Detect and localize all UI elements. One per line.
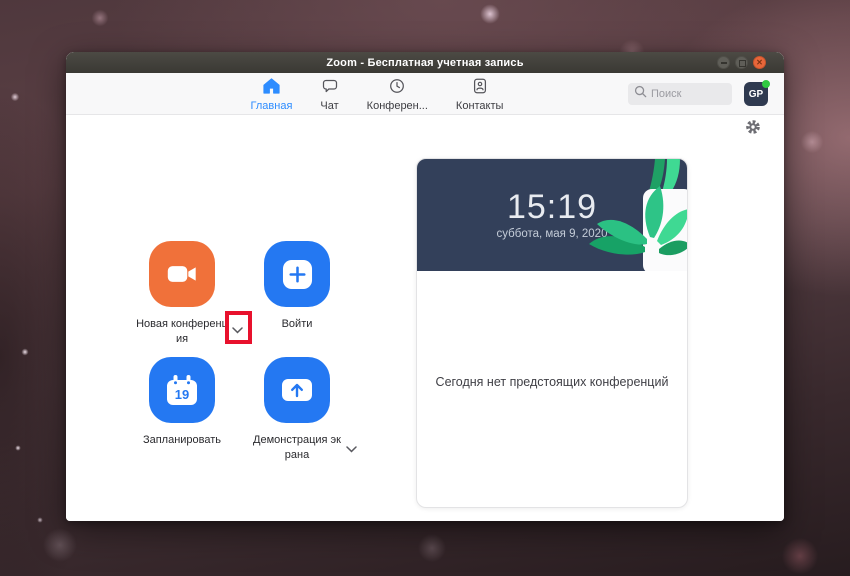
action-new-meeting: Новая конференц ия	[122, 241, 242, 346]
action-join: Войти	[237, 241, 357, 332]
tab-label: Контакты	[455, 99, 504, 112]
meetings-panel: 15:19 суббота, мая 9, 2020 Сегодня нет п…	[416, 158, 688, 508]
nav-tabs: Главная Чат Конферен... Контакты	[249, 76, 506, 112]
join-button[interactable]	[264, 241, 330, 307]
gear-icon	[746, 120, 760, 134]
tab-meetings[interactable]: Конферен...	[365, 76, 430, 112]
plus-icon	[282, 259, 312, 289]
chevron-down-icon	[346, 446, 357, 453]
search-box	[628, 83, 732, 105]
action-label: Новая конференц ия	[136, 318, 228, 345]
tab-label: Чат	[320, 99, 339, 112]
video-camera-icon	[167, 266, 196, 282]
action-schedule: 19 Запланировать	[122, 357, 242, 448]
window-title: Zoom - Бесплатная учетная запись	[326, 56, 524, 69]
schedule-button[interactable]: 19	[149, 357, 215, 423]
calendar-icon: 19	[167, 375, 197, 405]
tab-chat[interactable]: Чат	[318, 76, 340, 112]
search-icon	[634, 85, 647, 103]
action-label: Запланировать	[142, 434, 222, 446]
calendar-day: 19	[175, 387, 189, 402]
app-header: Главная Чат Конферен... Контакты Поиск G…	[66, 73, 784, 115]
action-label: Демонстрация эк рана	[253, 434, 341, 461]
avatar-initials: GP	[748, 88, 764, 100]
chat-bubble-icon	[322, 78, 338, 99]
home-icon	[263, 77, 280, 99]
search-input[interactable]	[651, 88, 727, 100]
zoom-window: Zoom - Бесплатная учетная запись Главная	[66, 52, 784, 521]
tab-label: Конферен...	[366, 99, 428, 112]
meetings-list: Сегодня нет предстоящих конференций	[417, 271, 687, 389]
maximize-icon[interactable]	[735, 56, 748, 69]
share-screen-button[interactable]	[264, 357, 330, 423]
plant-illustration	[589, 159, 687, 271]
online-status-dot	[762, 80, 770, 88]
avatar[interactable]: GP	[744, 80, 770, 106]
window-controls	[717, 56, 766, 69]
desktop-background: Zoom - Бесплатная учетная запись Главная	[0, 0, 850, 576]
time-card: 15:19 суббота, мая 9, 2020	[417, 159, 687, 271]
tab-contacts[interactable]: Контакты	[454, 76, 506, 112]
share-screen-dropdown-button[interactable]	[346, 440, 357, 458]
tab-label: Главная	[250, 99, 293, 112]
minimize-icon[interactable]	[717, 56, 730, 69]
action-label: Войти	[281, 318, 313, 330]
screen-share-icon	[282, 379, 312, 401]
main-content: Новая конференц ия Войти 19 Запланироват…	[66, 115, 784, 521]
contacts-icon	[472, 78, 488, 99]
new-meeting-button[interactable]	[149, 241, 215, 307]
close-icon[interactable]	[753, 56, 766, 69]
red-highlight-annotation	[225, 311, 252, 344]
settings-button[interactable]	[745, 119, 761, 135]
tab-home[interactable]: Главная	[249, 76, 295, 112]
window-titlebar[interactable]: Zoom - Бесплатная учетная запись	[66, 52, 784, 73]
action-share-screen: Демонстрация эк рана	[237, 357, 357, 462]
clock-icon	[389, 78, 405, 99]
no-meetings-message: Сегодня нет предстоящих конференций	[435, 375, 669, 389]
